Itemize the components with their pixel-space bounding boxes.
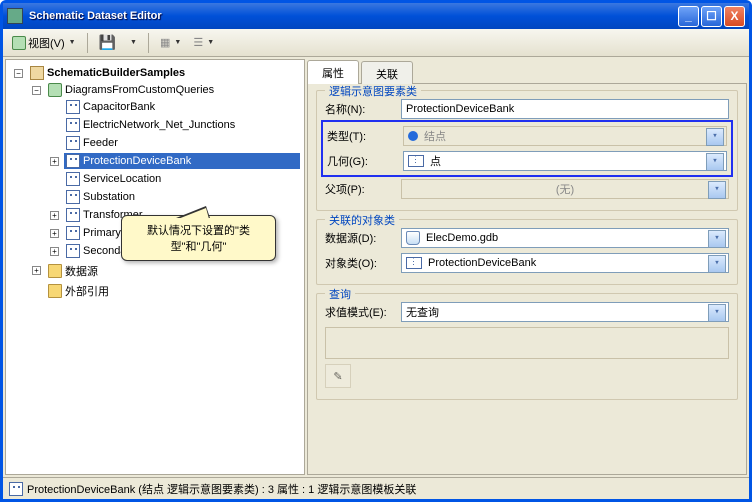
toolbar: 视图(V) ▼ 💾 ▼ ▦▼ ☰▼ <box>3 29 749 57</box>
chevron-down-icon: ▼ <box>69 39 76 46</box>
tab-relations[interactable]: 关联 <box>361 61 413 85</box>
feature-icon <box>66 118 80 132</box>
folder-icon <box>48 284 62 298</box>
datasource-combo[interactable]: ElecDemo.gdb <box>401 228 729 248</box>
tree-diagrams[interactable]: DiagramsFromCustomQueries <box>46 82 300 98</box>
type-combo[interactable]: 结点 <box>403 126 727 146</box>
expand-toggle[interactable]: − <box>32 86 41 95</box>
geom-label: 几何(G): <box>327 153 397 169</box>
expand-toggle[interactable]: + <box>50 247 59 256</box>
feature-icon <box>66 226 80 240</box>
mode-label: 求值模式(E): <box>325 304 395 320</box>
tree-item[interactable]: CapacitorBank <box>64 99 300 115</box>
expand-toggle[interactable]: + <box>50 229 59 238</box>
view-icon <box>12 36 26 50</box>
callout-tooltip: 默认情况下设置的"类型"和"几何" <box>121 215 276 261</box>
maximize-button[interactable]: ☐ <box>701 6 722 27</box>
titlebar: Schematic Dataset Editor _ ☐ X <box>3 3 749 29</box>
ds-label: 数据源(D): <box>325 230 395 246</box>
folder-icon <box>48 264 62 278</box>
tree-item[interactable]: ServiceLocation <box>64 171 300 187</box>
status-icon <box>9 482 23 496</box>
expand-toggle[interactable]: + <box>50 211 59 220</box>
feature-icon <box>406 257 422 269</box>
tree-external[interactable]: 外部引用 <box>46 282 300 300</box>
expand-toggle[interactable]: + <box>32 266 41 275</box>
query-group: 查询 求值模式(E): 无查询 ✎ <box>316 293 738 400</box>
tree-item[interactable]: ElectricNetwork_Net_Junctions <box>64 117 300 133</box>
geom-combo[interactable]: 点 <box>403 151 727 171</box>
tree-item[interactable]: Feeder <box>64 135 300 151</box>
window-title: Schematic Dataset Editor <box>29 10 676 22</box>
tree-item-selected[interactable]: ProtectionDeviceBank <box>64 153 300 169</box>
parent-label: 父项(P): <box>325 181 395 197</box>
feature-icon <box>66 154 80 168</box>
pencil-icon: ✎ <box>333 370 342 383</box>
diagram-icon <box>48 83 62 97</box>
view-menu[interactable]: 视图(V) ▼ <box>7 32 81 54</box>
feature-icon <box>66 244 80 258</box>
app-icon <box>7 8 23 24</box>
obj-label: 对象类(O): <box>325 255 395 271</box>
feature-icon <box>66 190 80 204</box>
tree-pane[interactable]: − SchematicBuilderSamples − DiagramsFrom… <box>5 59 305 475</box>
node-type-icon <box>408 131 418 141</box>
properties-pane: 属性 关联 逻辑示意图要素类 名称(N): ProtectionDeviceBa… <box>307 59 747 475</box>
feature-icon <box>66 208 80 222</box>
tab-content: 逻辑示意图要素类 名称(N): ProtectionDeviceBank 类型(… <box>307 83 747 475</box>
feature-icon <box>66 136 80 150</box>
edit-query-button[interactable]: ✎ <box>325 364 351 388</box>
evalmode-combo[interactable]: 无查询 <box>401 302 729 322</box>
name-label: 名称(N): <box>325 101 395 117</box>
tool2-button[interactable]: ☰▼ <box>188 32 219 54</box>
save-dropdown[interactable]: ▼ <box>123 32 142 54</box>
tree-datasources[interactable]: 数据源 <box>46 262 300 280</box>
point-geom-icon <box>408 155 424 167</box>
assoc-group: 关联的对象类 数据源(D): ElecDemo.gdb 对象类(O): Prot… <box>316 219 738 285</box>
save-button[interactable]: 💾 <box>94 32 121 54</box>
content-area: − SchematicBuilderSamples − DiagramsFrom… <box>3 57 749 477</box>
statusbar: ProtectionDeviceBank (结点 逻辑示意图要素类) : 3 属… <box>3 477 749 499</box>
query-text <box>325 327 729 359</box>
close-button[interactable]: X <box>724 6 745 27</box>
app-window: Schematic Dataset Editor _ ☐ X 视图(V) ▼ 💾… <box>0 0 752 502</box>
tree-root[interactable]: SchematicBuilderSamples <box>28 65 300 81</box>
expand-toggle[interactable]: + <box>50 157 59 166</box>
parent-combo[interactable]: (无) <box>401 179 729 199</box>
highlight-box: 类型(T): 结点 几何(G): 点 <box>321 120 733 177</box>
expand-toggle[interactable]: − <box>14 69 23 78</box>
feature-icon <box>66 172 80 186</box>
status-text: ProtectionDeviceBank (结点 逻辑示意图要素类) : 3 属… <box>27 481 416 497</box>
tab-properties[interactable]: 属性 <box>307 60 359 84</box>
minimize-button[interactable]: _ <box>678 6 699 27</box>
objectclass-combo[interactable]: ProtectionDeviceBank <box>401 253 729 273</box>
feature-icon <box>66 100 80 114</box>
schematic-group: 逻辑示意图要素类 名称(N): ProtectionDeviceBank 类型(… <box>316 90 738 211</box>
builder-icon <box>30 66 44 80</box>
database-icon <box>406 231 420 245</box>
tab-bar: 属性 关联 <box>307 59 747 83</box>
name-field[interactable]: ProtectionDeviceBank <box>401 99 729 119</box>
type-label: 类型(T): <box>327 128 397 144</box>
tool1-button[interactable]: ▦▼ <box>155 32 186 54</box>
